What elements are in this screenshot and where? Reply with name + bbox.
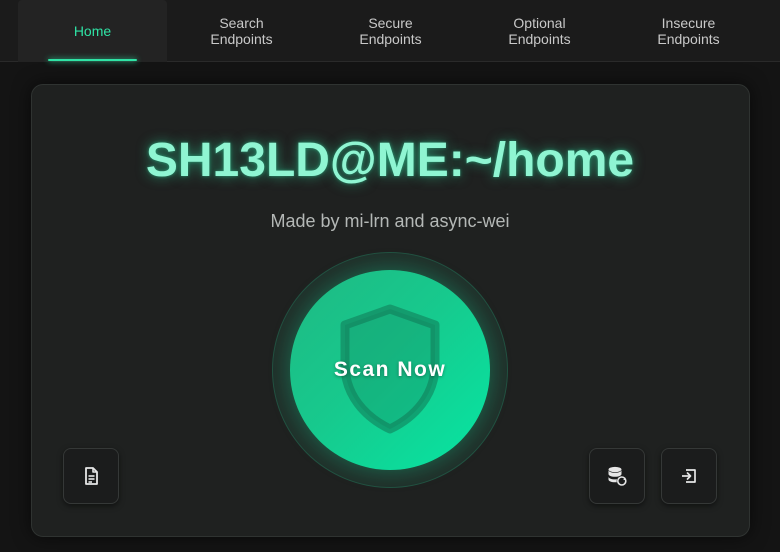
logout-button[interactable]	[661, 448, 717, 504]
page-title: SH13LD@ME:~/home	[145, 134, 635, 187]
database-refresh-button[interactable]	[589, 448, 645, 504]
tab-label: Search Endpoints	[210, 15, 273, 47]
tab-secure-endpoints[interactable]: Secure Endpoints	[316, 0, 465, 62]
tab-label: Secure Endpoints	[359, 15, 422, 47]
tab-search-endpoints[interactable]: Search Endpoints	[167, 0, 316, 62]
page-subtitle: Made by mi-lrn and async-wei	[270, 211, 510, 231]
report-button[interactable]	[63, 448, 119, 504]
database-refresh-icon	[608, 466, 627, 486]
tab-insecure-endpoints[interactable]: Insecure Endpoints	[614, 0, 763, 62]
top-nav: Home Search Endpoints Secure Endpoints O…	[0, 0, 780, 62]
scan-now-button[interactable]: Scan Now	[290, 270, 490, 470]
tab-home[interactable]: Home	[18, 0, 167, 62]
tab-label: Insecure Endpoints	[657, 15, 720, 47]
document-icon	[85, 467, 98, 485]
tab-label: Home	[73, 23, 112, 39]
scan-now-label: Scan Now	[333, 358, 447, 381]
logout-icon	[682, 469, 696, 483]
tab-optional-endpoints[interactable]: Optional Endpoints	[465, 0, 614, 62]
tab-label: Optional Endpoints	[508, 15, 571, 47]
